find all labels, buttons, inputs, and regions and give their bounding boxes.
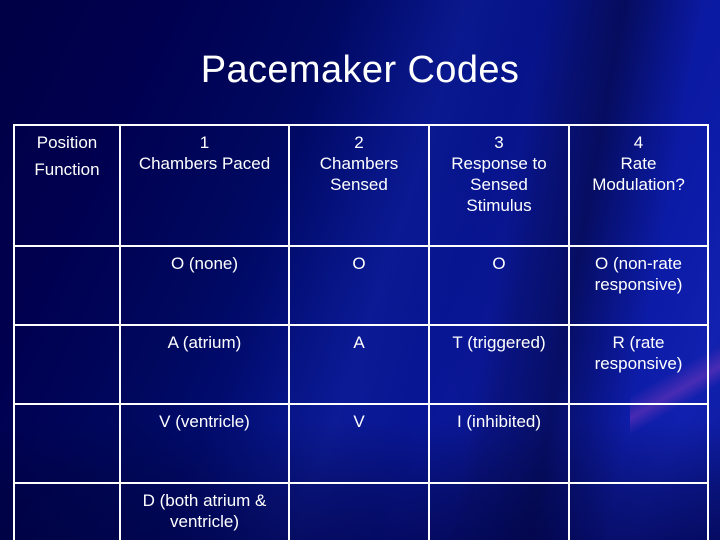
row-2-chambers-sensed: A [288, 324, 430, 405]
column-header-2-number: 2 [354, 133, 364, 152]
table-header-row: Position Function 1 Chambers Paced 2 Cha… [13, 124, 709, 247]
column-header-1-number: 1 [199, 133, 210, 152]
row-1-rate-modulation: O (non-rate responsive) [568, 245, 709, 326]
table-row: D (both atrium & ventricle) [13, 482, 709, 540]
row-1-chambers-sensed: O [288, 245, 430, 326]
row-3-response: I (inhibited) [428, 403, 570, 484]
corner-label-function: Function [34, 160, 100, 179]
column-header-1-label: Chambers Paced [138, 154, 271, 173]
column-header-4-number: 4 [633, 133, 644, 152]
row-2-cell-0 [13, 324, 121, 405]
pacemaker-codes-table: Position Function 1 Chambers Paced 2 Cha… [13, 124, 709, 540]
row-1-response: O [428, 245, 570, 326]
column-header-3: 3 Response to Sensed Stimulus [428, 124, 570, 247]
slide-title: Pacemaker Codes [200, 49, 520, 91]
column-header-4-label: Rate Modulation? [592, 154, 685, 194]
table-row: V (ventricle) V I (inhibited) [13, 403, 709, 484]
row-3-cell-0 [13, 403, 121, 484]
column-header-4: 4 Rate Modulation? [568, 124, 709, 247]
row-3-rate-modulation [568, 403, 709, 484]
slide-canvas: Pacemaker Codes Position Function 1 Cham… [0, 0, 720, 540]
column-header-2-label: Chambers Sensed [319, 154, 399, 194]
row-4-response [428, 482, 570, 540]
row-2-response: T (triggered) [428, 324, 570, 405]
row-1-chambers-paced: O (none) [119, 245, 290, 326]
column-header-1: 1 Chambers Paced [119, 124, 290, 247]
row-4-chambers-paced: D (both atrium & ventricle) [119, 482, 290, 540]
row-3-chambers-sensed: V [288, 403, 430, 484]
row-2-chambers-paced: A (atrium) [119, 324, 290, 405]
row-4-cell-0 [13, 482, 121, 540]
pacemaker-codes-table-wrapper: Position Function 1 Chambers Paced 2 Cha… [13, 124, 709, 540]
column-header-2: 2 Chambers Sensed [288, 124, 430, 247]
row-4-rate-modulation [568, 482, 709, 540]
row-1-cell-0 [13, 245, 121, 326]
column-header-3-number: 3 [494, 133, 504, 152]
column-header-3-label: Response to Sensed Stimulus [451, 154, 547, 215]
row-2-rate-modulation: R (rate responsive) [568, 324, 709, 405]
corner-label-position: Position [36, 133, 98, 152]
row-4-chambers-sensed [288, 482, 430, 540]
row-3-chambers-paced: V (ventricle) [119, 403, 290, 484]
table-corner-cell: Position Function [13, 124, 121, 247]
table-row: O (none) O O O (non-rate responsive) [13, 245, 709, 326]
table-row: A (atrium) A T (triggered) R (rate respo… [13, 324, 709, 405]
